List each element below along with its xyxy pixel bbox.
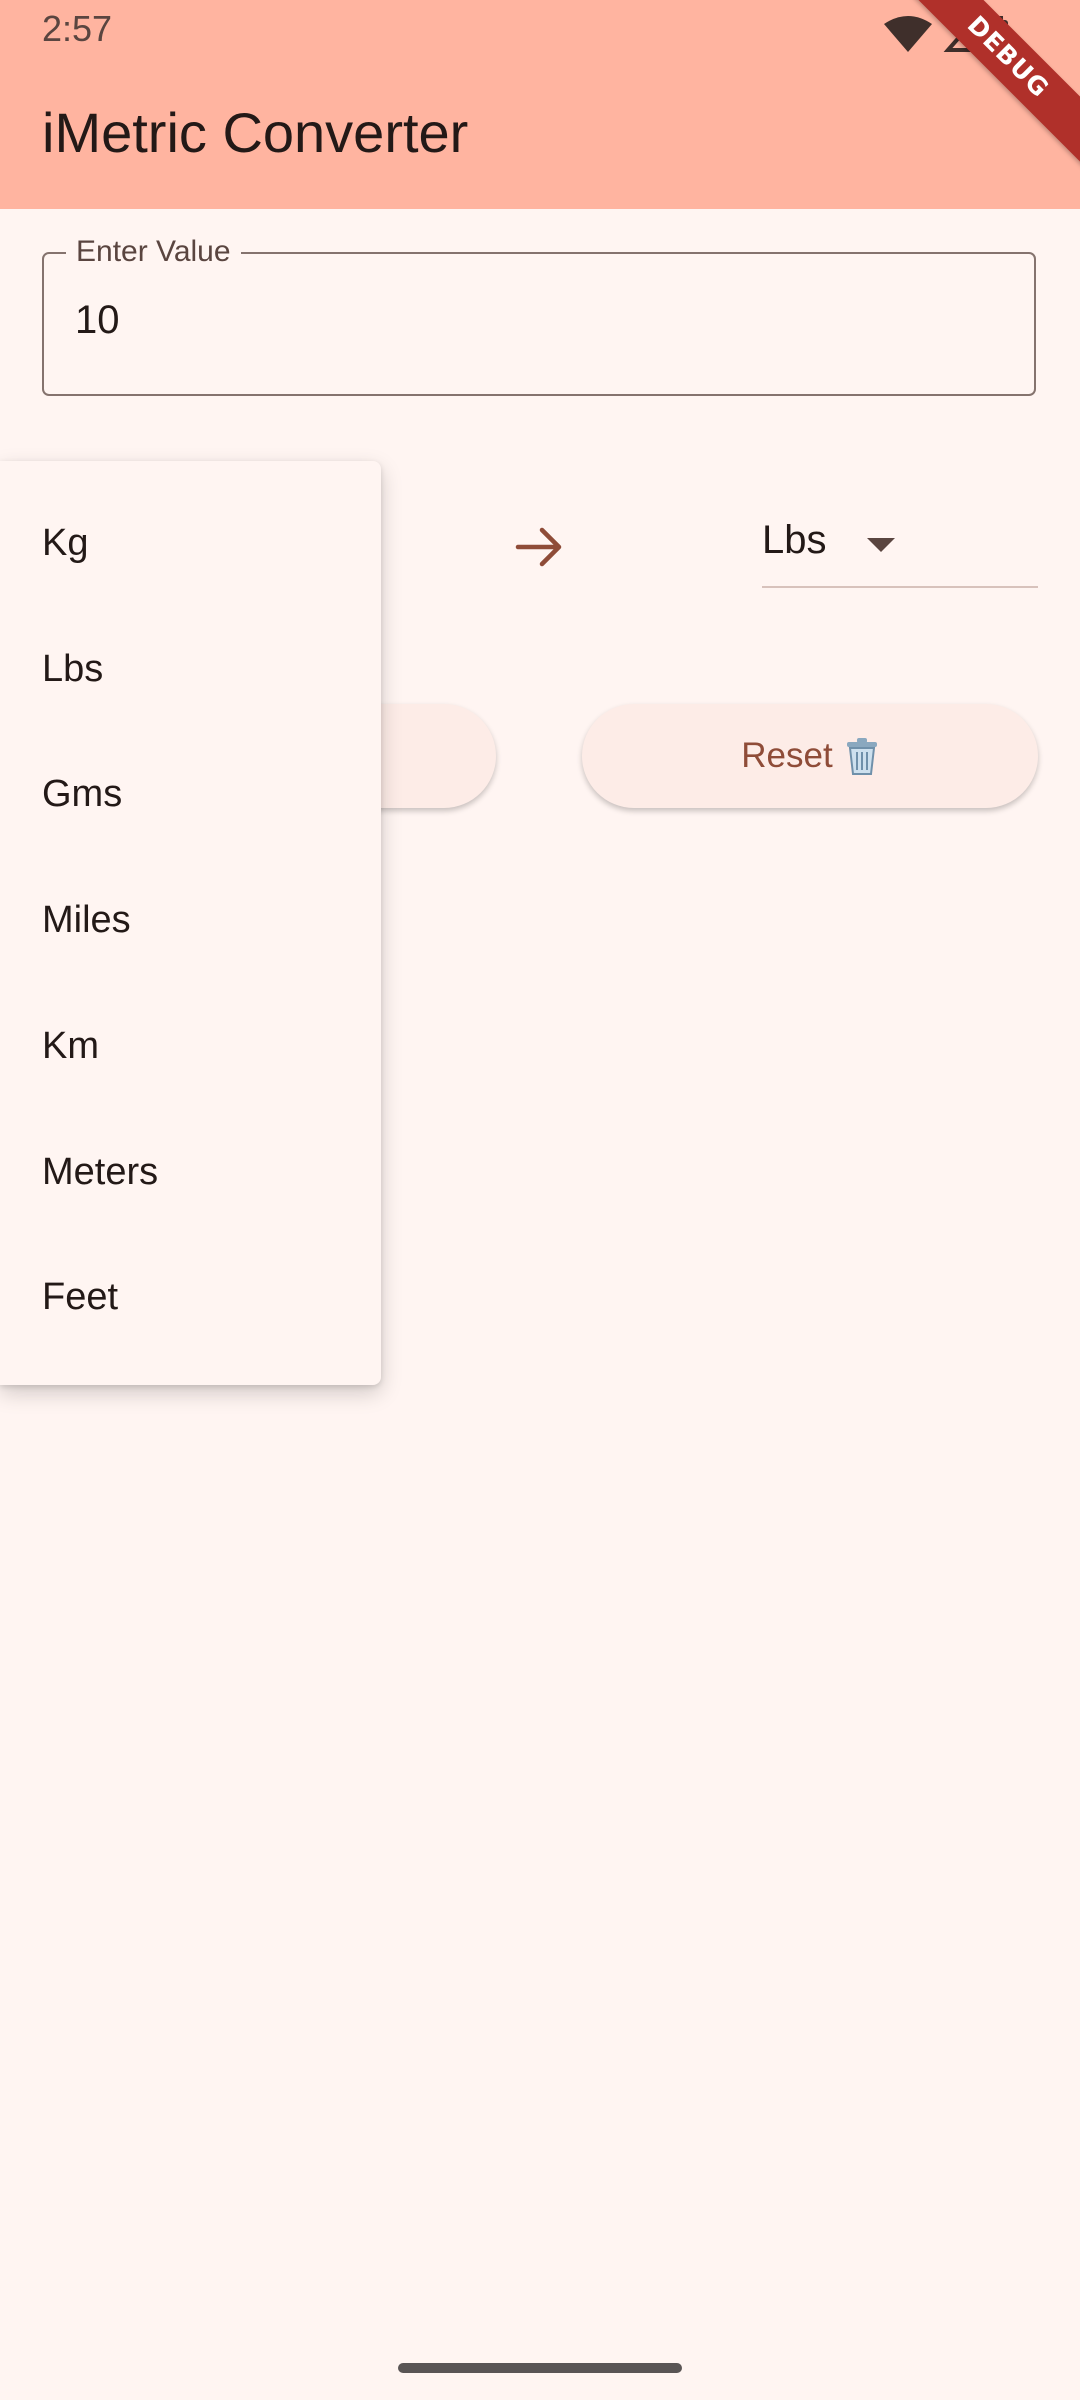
value-input-label: Enter Value [66,232,241,272]
to-unit-dropdown[interactable]: Lbs [762,500,1038,588]
menu-item-meters[interactable]: Meters [0,1109,381,1235]
menu-item-km[interactable]: Km [0,983,381,1109]
reset-button[interactable]: Reset [582,704,1038,808]
status-time: 2:57 [42,8,113,49]
menu-item-kg[interactable]: Kg [0,480,381,606]
arrow-right-icon [515,527,562,567]
menu-item-feet[interactable]: Feet [0,1234,381,1360]
trash-icon [846,738,877,775]
value-input-text[interactable]: 10 [75,298,120,343]
unit-dropdown-menu: Kg Lbs Gms Miles Km Meters Feet [0,461,381,1385]
value-input[interactable]: Enter Value 10 [42,232,1036,396]
to-unit-value: Lbs [762,518,827,562]
reset-button-label: Reset [741,736,833,775]
menu-item-lbs[interactable]: Lbs [0,606,381,732]
wifi-icon [884,16,932,52]
gesture-navigation-bar[interactable] [398,2363,682,2373]
app-bar: 2:57 DEBUG iMetric Converter [0,0,1080,209]
dropdown-arrow-icon [867,538,895,552]
app-title: iMetric Converter [42,101,469,164]
menu-item-gms[interactable]: Gms [0,731,381,857]
menu-item-miles[interactable]: Miles [0,857,381,983]
